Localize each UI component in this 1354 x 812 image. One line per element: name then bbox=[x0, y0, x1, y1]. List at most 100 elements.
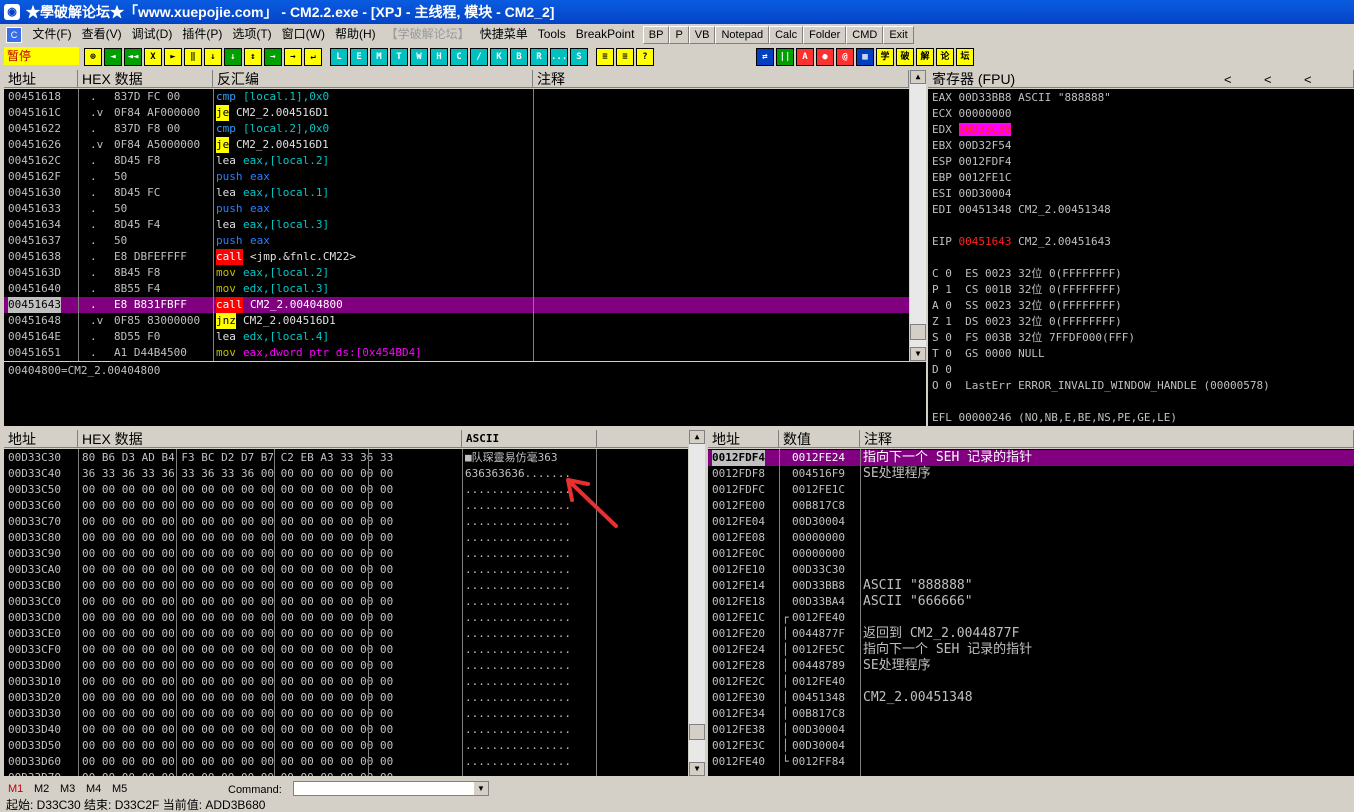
toolbar-button-5[interactable]: ‖ bbox=[184, 48, 202, 66]
dump-row[interactable]: 00D33C80 00 00 00 00 00 00 00 00 00 00 00… bbox=[4, 530, 688, 546]
stack-row[interactable]: 0012FE34 │ 00B817C8 bbox=[708, 706, 1354, 722]
disasm-row[interactable]: 00451640. 8B55 F4 mov edx,[local.3] bbox=[4, 281, 909, 297]
disasm-row[interactable]: 0045162F. 50 push eax bbox=[4, 169, 909, 185]
disasm-row[interactable]: 00451626 .v 0F84 A5000000 je CM2_2.004516D1 bbox=[4, 137, 909, 153]
stack-row[interactable]: 0012FE14 00D33BB8 ASCII "888888" bbox=[708, 578, 1354, 594]
toolbar-extra-2[interactable]: ? bbox=[636, 48, 654, 66]
toolbar-plugin-2[interactable]: A bbox=[796, 48, 814, 66]
toolbar-plugin-7[interactable]: 破 bbox=[896, 48, 914, 66]
toolbar-button-6[interactable]: ↓ bbox=[204, 48, 222, 66]
stack-row[interactable]: 0012FE00 00B817C8 bbox=[708, 498, 1354, 514]
register-nav-arrow-icon[interactable]: < bbox=[1304, 71, 1344, 89]
menu-item-3[interactable]: 插件(P) bbox=[177, 24, 227, 44]
menu-item-2[interactable]: 调试(D) bbox=[127, 24, 178, 44]
register-line[interactable]: EIP 00451643 CM2_2.00451643 bbox=[932, 234, 1111, 250]
dump-row[interactable]: 00D33D00 00 00 00 00 00 00 00 00 00 00 00… bbox=[4, 658, 688, 674]
toolbar-button-4[interactable]: ► bbox=[164, 48, 182, 66]
menu-button-folder[interactable]: Folder bbox=[803, 26, 847, 44]
toolbar-extra-1[interactable]: ≡ bbox=[616, 48, 634, 66]
register-line[interactable]: EFL 00000246 (NO,NB,E,BE,NS,PE,GE,LE) bbox=[932, 410, 1177, 426]
toolbar-plugin-10[interactable]: 坛 bbox=[956, 48, 974, 66]
toolbar-button-0[interactable]: ⊕ bbox=[84, 48, 102, 66]
menu-button-calc[interactable]: Calc bbox=[769, 26, 804, 44]
toolbar-button-2[interactable]: ◄◄ bbox=[124, 48, 142, 66]
menu-button-bp[interactable]: BP bbox=[642, 26, 670, 44]
disasm-header-addr[interactable]: 地址 bbox=[4, 70, 78, 88]
toolbar-button-3[interactable]: X bbox=[144, 48, 162, 66]
register-line[interactable]: S 0 FS 003B 32位 7FFDF000(FFF) bbox=[932, 330, 1135, 346]
stack-row[interactable]: 0012FE10 00D33C30 bbox=[708, 562, 1354, 578]
disasm-row[interactable]: 0045164E. 8D55 F0 lea edx,[local.4] bbox=[4, 329, 909, 345]
disasm-row[interactable]: 00451648 .v 0F85 83000000 jnz CM2_2.004516D1 bbox=[4, 313, 909, 329]
register-nav-arrow-icon[interactable]: < bbox=[1264, 71, 1304, 89]
toolbar-button-11[interactable]: ↵ bbox=[304, 48, 322, 66]
toolbar-window-1[interactable]: E bbox=[350, 48, 368, 66]
dump-scrollbar[interactable]: ▲ ▼ bbox=[689, 430, 705, 776]
stack-row[interactable]: 0012FDFC 0012FE1C bbox=[708, 482, 1354, 498]
dump-row[interactable]: 00D33D10 00 00 00 00 00 00 00 00 00 00 00… bbox=[4, 674, 688, 690]
toolbar-window-10[interactable]: R bbox=[530, 48, 548, 66]
menu-item-7[interactable]: 【学破解论坛】 bbox=[381, 24, 475, 44]
toolbar-window-8[interactable]: K bbox=[490, 48, 508, 66]
toolbar-plugin-1[interactable]: || bbox=[776, 48, 794, 66]
menu-item-0[interactable]: 文件(F) bbox=[27, 24, 76, 44]
tab-m4[interactable]: M4 bbox=[86, 780, 112, 798]
menu-item-6[interactable]: 帮助(H) bbox=[330, 24, 381, 44]
dump-row[interactable]: 00D33D30 00 00 00 00 00 00 00 00 00 00 00… bbox=[4, 706, 688, 722]
stack-row[interactable]: 0012FE1C ┌ 0012FE40 bbox=[708, 610, 1354, 626]
dump-row[interactable]: 00D33C30 80 B6 D3 AD B4 F3 BC D2 D7 B7 C2… bbox=[4, 450, 688, 466]
tab-m2[interactable]: M2 bbox=[34, 780, 60, 798]
stack-header-addr[interactable]: 地址 bbox=[708, 430, 779, 448]
disasm-row[interactable]: 00451618. 837D FC 00 cmp [local.1],0x0 bbox=[4, 89, 909, 105]
toolbar-button-9[interactable]: → bbox=[264, 48, 282, 66]
register-line[interactable]: EBP 0012FE1C bbox=[932, 170, 1011, 186]
stack-header-value[interactable]: 数值 bbox=[779, 430, 860, 448]
toolbar-window-12[interactable]: S bbox=[570, 48, 588, 66]
register-line[interactable]: ECX 00000000 bbox=[932, 106, 1011, 122]
menu-item-1[interactable]: 查看(V) bbox=[77, 24, 127, 44]
menu-button-p[interactable]: P bbox=[669, 26, 689, 44]
disasm-row[interactable]: 0045162C. 8D45 F8 lea eax,[local.2] bbox=[4, 153, 909, 169]
scroll-up-icon[interactable]: ▲ bbox=[689, 430, 705, 444]
register-line[interactable]: T 0 GS 0000 NULL bbox=[932, 346, 1045, 362]
register-line[interactable]: C 0 ES 0023 32位 0(FFFFFFFF) bbox=[932, 266, 1122, 282]
disasm-pane[interactable]: 00451618. 837D FC 00 cmp [local.1],0x0 00451… bbox=[4, 89, 909, 361]
stack-row[interactable]: 0012FE3C │ 00D30004 bbox=[708, 738, 1354, 754]
tab-m5[interactable]: M5 bbox=[112, 780, 138, 798]
toolbar-plugin-0[interactable]: ⇄ bbox=[756, 48, 774, 66]
tab-m1[interactable]: M1 bbox=[8, 780, 34, 798]
stack-row[interactable]: 0012FDF4 0012FE24 指向下一个 SEH 记录的指针 bbox=[708, 450, 1354, 466]
register-line[interactable]: P 1 CS 001B 32位 0(FFFFFFFF) bbox=[932, 282, 1122, 298]
dump-row[interactable]: 00D33CF0 00 00 00 00 00 00 00 00 00 00 00… bbox=[4, 642, 688, 658]
stack-row[interactable]: 0012FE18 00D33BA4 ASCII "666666" bbox=[708, 594, 1354, 610]
stack-row[interactable]: 0012FE08 00000000 bbox=[708, 530, 1354, 546]
menu-item-8[interactable]: 快捷菜单 bbox=[475, 24, 533, 44]
menu-button-exit[interactable]: Exit bbox=[883, 26, 914, 44]
disasm-row[interactable]: 0045163D. 8B45 F8 mov eax,[local.2] bbox=[4, 265, 909, 281]
stack-row[interactable]: 0012FDF8 004516F9 SE处理程序 bbox=[708, 466, 1354, 482]
register-nav-arrow-icon[interactable]: < bbox=[1224, 71, 1264, 89]
dump-header-ascii[interactable]: ASCII bbox=[462, 430, 597, 448]
registers-pane[interactable]: EAX 00D33BB8 ASCII "888888" ECX 00000000 E… bbox=[928, 89, 1354, 426]
register-line[interactable]: EDI 00451348 CM2_2.00451348 bbox=[932, 202, 1111, 218]
dump-row[interactable]: 00D33D40 00 00 00 00 00 00 00 00 00 00 00… bbox=[4, 722, 688, 738]
toolbar-window-6[interactable]: C bbox=[450, 48, 468, 66]
menu-item-9[interactable]: Tools bbox=[533, 24, 571, 44]
stack-row[interactable]: 0012FE2C │ 0012FE40 bbox=[708, 674, 1354, 690]
register-line[interactable]: EAX 00D33BB8 ASCII "888888" bbox=[932, 90, 1111, 106]
stack-header-comment[interactable]: 注释 bbox=[860, 430, 1354, 448]
command-input[interactable]: ▼ bbox=[293, 781, 489, 796]
toolbar-plugin-6[interactable]: 学 bbox=[876, 48, 894, 66]
stack-row[interactable]: 0012FE24 │ 0012FE5C 指向下一个 SEH 记录的指针 bbox=[708, 642, 1354, 658]
disasm-row[interactable]: 00451630. 8D45 FC lea eax,[local.1] bbox=[4, 185, 909, 201]
disasm-row[interactable]: 00451633. 50 push eax bbox=[4, 201, 909, 217]
dump-row[interactable]: 00D33CD0 00 00 00 00 00 00 00 00 00 00 00… bbox=[4, 610, 688, 626]
debugger-icon[interactable]: ◉ bbox=[4, 4, 20, 20]
dump-row[interactable]: 00D33CE0 00 00 00 00 00 00 00 00 00 00 00… bbox=[4, 626, 688, 642]
register-line[interactable]: Z 1 DS 0023 32位 0(FFFFFFFF) bbox=[932, 314, 1122, 330]
disasm-row[interactable]: 00451651. A1 D44B4500 mov eax,dword ptr ds:… bbox=[4, 345, 909, 361]
dump-row[interactable]: 00D33D20 00 00 00 00 00 00 00 00 00 00 00… bbox=[4, 690, 688, 706]
dump-header-addr[interactable]: 地址 bbox=[4, 430, 78, 448]
dump-header-hex[interactable]: HEX 数据 bbox=[78, 430, 462, 448]
toolbar-window-7[interactable]: / bbox=[470, 48, 488, 66]
